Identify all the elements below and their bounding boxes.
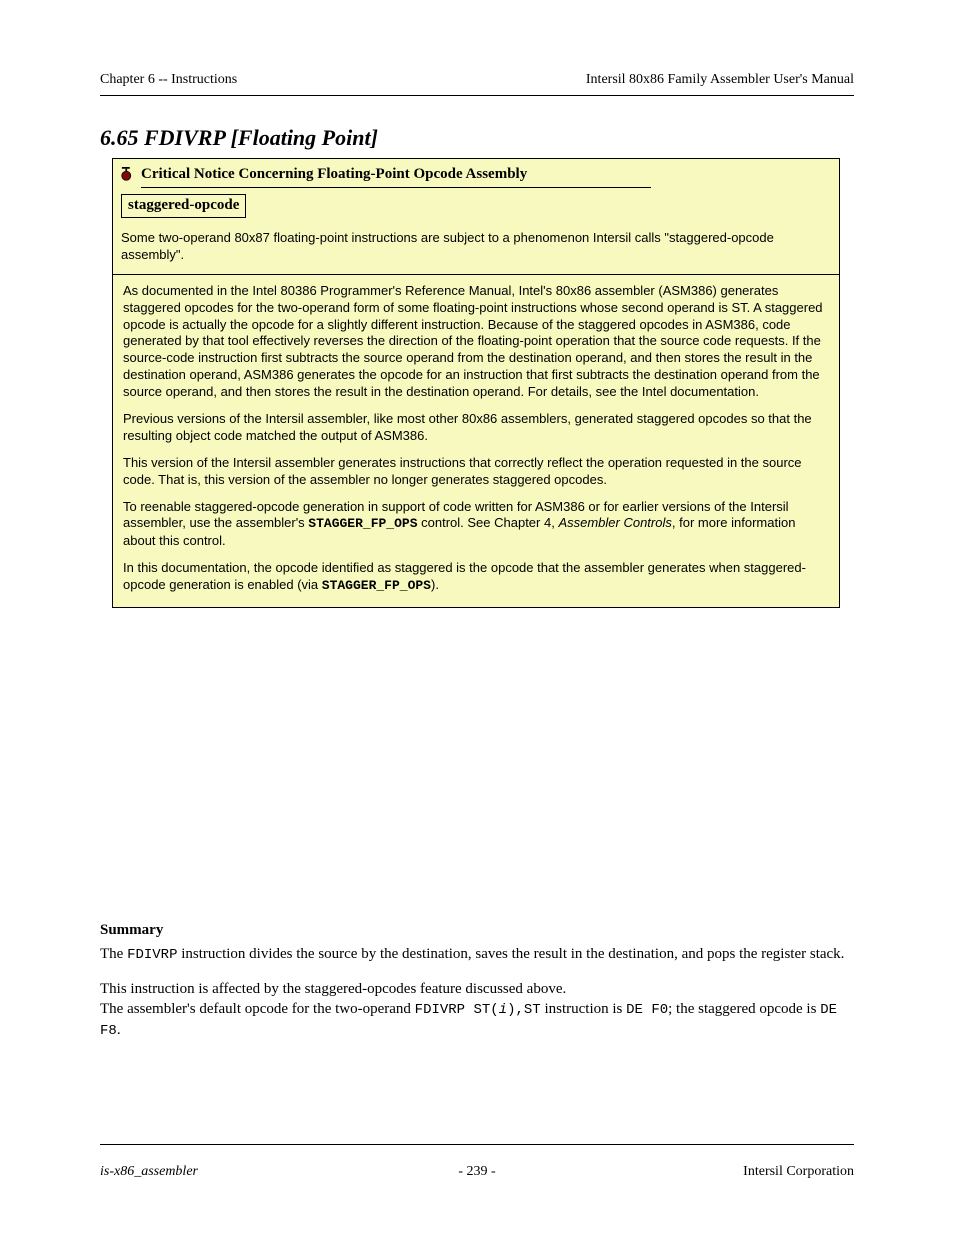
page-header: Chapter 6 -- Instructions Intersil 80x86… [100, 72, 854, 88]
mono-text: FDIVRP ST( [415, 1002, 499, 1018]
mono-text: DE F0 [626, 1002, 668, 1018]
text: instruction divides the source by the de… [178, 946, 845, 962]
mono-text: ),ST [507, 1002, 541, 1018]
notice-intro: Some two-operand 80x87 floating-point in… [121, 230, 831, 264]
notice-header: Critical Notice Concerning Floating-Poin… [113, 159, 839, 275]
text: The [100, 946, 127, 962]
notice-box: Critical Notice Concerning Floating-Poin… [112, 158, 840, 608]
text: instruction is [541, 1001, 626, 1017]
footer-right: Intersil Corporation [605, 1164, 854, 1180]
notice-paragraph: Previous versions of the Intersil assemb… [123, 411, 829, 445]
page: Chapter 6 -- Instructions Intersil 80x86… [0, 0, 954, 1235]
text: This instruction is affected by the stag… [100, 981, 566, 997]
notice-paragraph: This version of the Intersil assembler g… [123, 455, 829, 489]
summary-p2: This instruction is affected by the stag… [100, 979, 854, 1041]
text: The assembler's default opcode for the t… [100, 1001, 415, 1017]
summary-heading: Summary [100, 920, 854, 940]
notice-title: Critical Notice Concerning Floating-Poin… [141, 165, 651, 188]
notice-defined-term: staggered-opcode [121, 194, 246, 219]
header-rule [100, 95, 854, 96]
footer-rule [100, 1144, 854, 1145]
header-right: Intersil 80x86 Family Assembler User's M… [586, 72, 854, 88]
footer-left: is-x86_assembler [100, 1164, 349, 1180]
header-left: Chapter 6 -- Instructions [100, 72, 237, 88]
notice-paragraph: As documented in the Intel 80386 Program… [123, 283, 829, 401]
summary-p1: The FDIVRP instruction divides the sourc… [100, 944, 854, 965]
notice-paragraph: In this documentation, the opcode identi… [123, 560, 829, 595]
page-footer: is-x86_assembler - 239 - Intersil Corpor… [100, 1164, 854, 1180]
text: . [117, 1022, 121, 1038]
notice-body: As documented in the Intel 80386 Program… [113, 275, 839, 607]
section-title: 6.65 FDIVRP [Floating Point] [100, 125, 378, 151]
footer-center: - 239 - [349, 1164, 605, 1180]
notice-paragraph: To reenable staggered-opcode generation … [123, 499, 829, 551]
notice-heading-row: Critical Notice Concerning Floating-Poin… [121, 165, 831, 188]
text: ; the staggered opcode is [668, 1001, 820, 1017]
mono-ital-text: i [499, 1002, 507, 1018]
bomb-icon [121, 166, 135, 182]
summary-block: Summary The FDIVRP instruction divides t… [100, 920, 854, 1055]
mono-text: FDIVRP [127, 947, 177, 963]
